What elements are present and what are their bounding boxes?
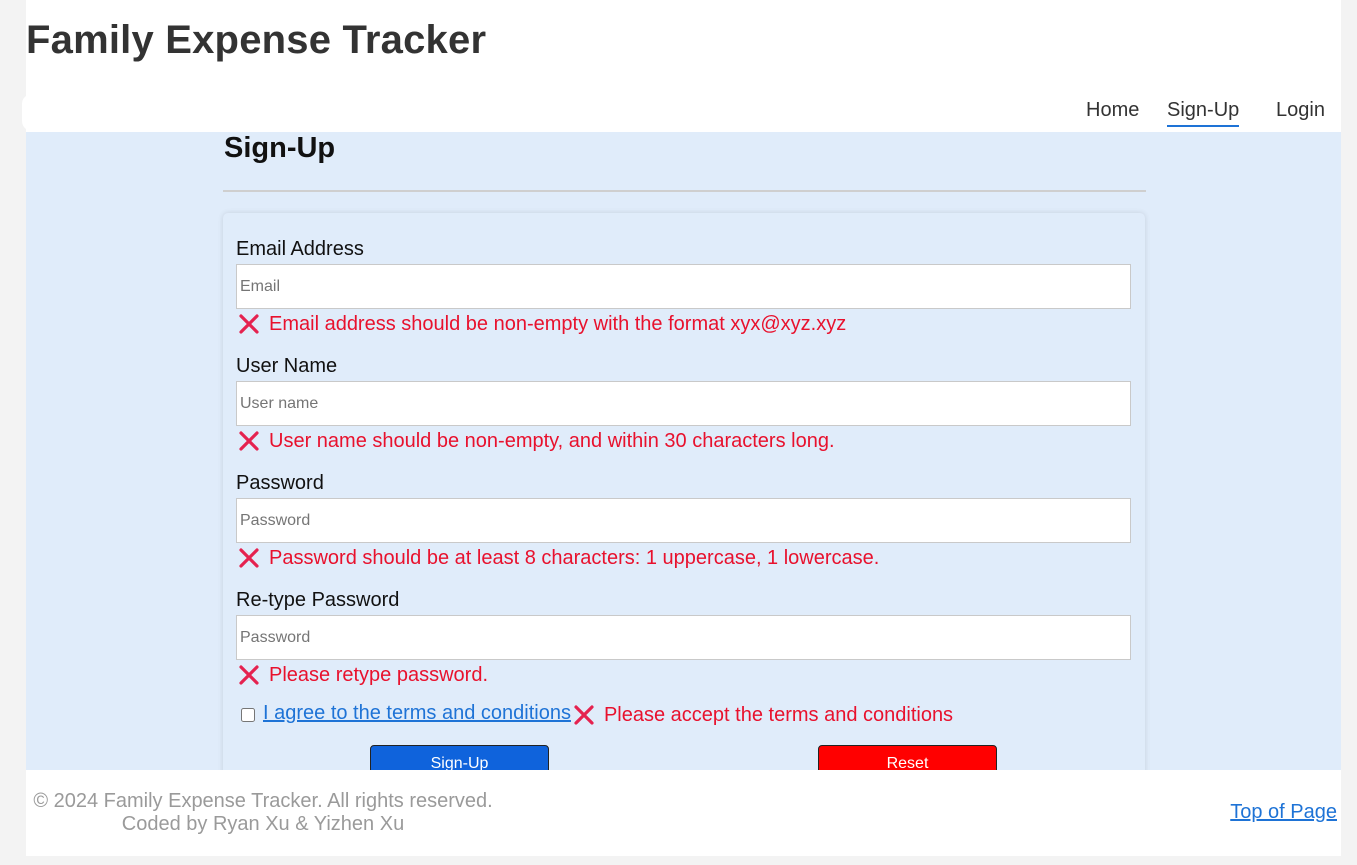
page-title: Sign-Up	[224, 132, 336, 164]
terms-row: I agree to the terms and conditions Plea…	[241, 702, 953, 727]
close-x-icon	[574, 705, 594, 725]
email-label: Email Address	[236, 238, 364, 260]
password-input[interactable]	[236, 498, 1131, 543]
retype-password-input[interactable]	[236, 615, 1131, 660]
terms-checkbox[interactable]	[241, 708, 255, 722]
username-error-text: User name should be non-empty, and withi…	[269, 429, 835, 452]
retype-password-error: Please retype password.	[238, 663, 488, 687]
main-content: Sign-Up Email Address Email address shou…	[26, 132, 1341, 783]
signup-form: Email Address Email address should be no…	[223, 213, 1145, 783]
footer: © 2024 Family Expense Tracker. All right…	[26, 770, 1341, 856]
close-x-icon	[239, 314, 259, 334]
close-x-icon	[239, 431, 259, 451]
close-x-icon	[239, 548, 259, 568]
password-label: Password	[236, 472, 324, 494]
navbar: Home Sign-Up Login	[22, 94, 1341, 131]
retype-password-error-text: Please retype password.	[269, 663, 489, 686]
divider	[223, 190, 1146, 192]
terms-error: Please accept the terms and conditions	[573, 704, 953, 727]
email-input[interactable]	[236, 264, 1131, 309]
nav-login[interactable]: Login	[1276, 99, 1325, 125]
top-of-page-link[interactable]: Top of Page	[1230, 801, 1337, 824]
retype-password-label: Re-type Password	[236, 589, 400, 611]
close-x-icon	[239, 665, 259, 685]
nav-home[interactable]: Home	[1086, 99, 1139, 125]
site-title: Family Expense Tracker	[26, 18, 487, 62]
username-error: User name should be non-empty, and withi…	[238, 429, 835, 453]
terms-link[interactable]: I agree to the terms and conditions	[263, 702, 571, 725]
username-label: User Name	[236, 355, 338, 377]
email-error: Email address should be non-empty with t…	[238, 312, 846, 336]
footer-text: © 2024 Family Expense Tracker. All right…	[33, 790, 493, 836]
terms-error-text: Please accept the terms and conditions	[603, 703, 954, 726]
password-error: Password should be at least 8 characters…	[238, 546, 879, 570]
password-error-text: Password should be at least 8 characters…	[269, 546, 880, 569]
credits-text: Coded by Ryan Xu & Yizhen Xu	[121, 813, 405, 835]
copyright-text: © 2024 Family Expense Tracker. All right…	[33, 790, 493, 812]
username-input[interactable]	[236, 381, 1131, 426]
page: Family Expense Tracker Home Sign-Up Logi…	[22, 0, 1341, 856]
nav-signup[interactable]: Sign-Up	[1167, 99, 1240, 127]
email-error-text: Email address should be non-empty with t…	[269, 312, 847, 335]
